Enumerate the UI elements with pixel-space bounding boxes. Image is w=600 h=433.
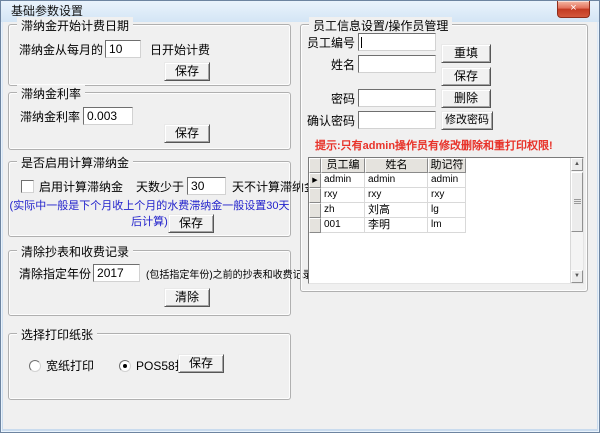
save-button[interactable]: 保存: [168, 214, 214, 233]
table-row[interactable]: zh 刘高 lg: [309, 203, 583, 218]
cell-emp-no[interactable]: 001: [321, 218, 365, 233]
start-date-prefix-label: 滞纳金从每月的: [19, 41, 103, 58]
cell-emp-no[interactable]: admin: [321, 173, 365, 188]
scrollbar-thumb[interactable]: [571, 172, 583, 232]
cell-name[interactable]: 李明: [365, 218, 428, 233]
emp-no-input[interactable]: [358, 33, 436, 51]
cell-name[interactable]: 刘高: [365, 203, 428, 218]
group-title: 清除抄表和收费记录: [17, 243, 133, 260]
rate-label: 滞纳金利率: [20, 108, 80, 125]
dialog-window: 基础参数设置 × 滞纳金开始计费日期 滞纳金从每月的 日开始计费 保存 滞纳金利…: [0, 0, 600, 433]
clear-year-suffix-label: (包括指定年份)之前的抄表和收费记录: [146, 266, 313, 281]
save-button[interactable]: 保存: [164, 62, 210, 81]
enable-late-fee-checkbox[interactable]: [21, 180, 34, 193]
name-input[interactable]: [358, 55, 436, 73]
pos58-radio[interactable]: [119, 360, 131, 372]
wide-paper-label: 宽纸打印: [46, 357, 94, 374]
group-employee-management: 员工信息设置/操作员管理 员工编号 姓名 密码 确认密码 重填 保存 删除 修改…: [300, 24, 588, 292]
text-caret: [361, 37, 362, 48]
row-selector-arrow-icon[interactable]: ▶: [309, 173, 321, 188]
wide-paper-radio[interactable]: [29, 360, 41, 372]
name-label: 姓名: [307, 56, 355, 73]
confirm-password-input[interactable]: [358, 111, 436, 129]
clear-year-input[interactable]: [93, 264, 140, 282]
column-header[interactable]: 员工编号: [321, 158, 365, 173]
scroll-down-icon[interactable]: ▼: [571, 270, 583, 283]
scroll-up-icon[interactable]: ▲: [571, 158, 583, 171]
password-input[interactable]: [358, 89, 436, 107]
group-clear-records: 清除抄表和收费记录 清除指定年份 (包括指定年份)之前的抄表和收费记录 清除: [8, 250, 291, 316]
group-title: 选择打印纸张: [17, 326, 97, 343]
password-label: 密码: [307, 90, 355, 107]
selector-header-cell: [309, 158, 321, 173]
table-row[interactable]: ▶ admin admin admin: [309, 173, 583, 188]
row-selector[interactable]: [309, 218, 321, 233]
group-paper-select: 选择打印纸张 宽纸打印 POS58打印 保存: [8, 333, 291, 400]
late-fee-note: (实际中一般是下个月收上个月的水费滞纳金一般设置30天后计算): [9, 197, 290, 229]
group-title: 滞纳金开始计费日期: [17, 17, 133, 34]
cell-name[interactable]: admin: [365, 173, 428, 188]
table-vertical-scrollbar[interactable]: ▲ ▼: [570, 158, 583, 283]
table-row[interactable]: rxy rxy rxy: [309, 188, 583, 203]
cell-emp-no[interactable]: zh: [321, 203, 365, 218]
row-selector[interactable]: [309, 203, 321, 218]
cell-mnemonic[interactable]: lg: [428, 203, 466, 218]
clear-button[interactable]: 清除: [164, 288, 210, 307]
table-header-row: 员工编号 姓名 助记符: [309, 158, 583, 173]
days-prefix-label: 天数少于: [136, 178, 184, 195]
start-date-input[interactable]: [105, 40, 141, 58]
cell-name[interactable]: rxy: [365, 188, 428, 203]
start-date-suffix-label: 日开始计费: [150, 41, 210, 58]
scrollbar-thumb-gripper: [574, 199, 581, 205]
group-title: 滞纳金利率: [17, 85, 85, 102]
group-late-fee-start-date: 滞纳金开始计费日期 滞纳金从每月的 日开始计费 保存: [8, 24, 291, 86]
save-button[interactable]: 保存: [178, 354, 224, 373]
column-header[interactable]: 助记符: [428, 158, 466, 173]
emp-no-label: 员工编号: [307, 34, 355, 51]
confirm-password-label: 确认密码: [307, 112, 355, 129]
save-button[interactable]: 保存: [441, 67, 491, 86]
delete-button[interactable]: 删除: [441, 89, 491, 108]
cell-mnemonic[interactable]: admin: [428, 173, 466, 188]
cell-mnemonic[interactable]: lm: [428, 218, 466, 233]
admin-hint: 提示:只有admin操作员有修改删除和重打印权限!: [315, 137, 553, 153]
group-title: 是否启用计算滞纳金: [17, 154, 133, 171]
group-enable-late-fee: 是否启用计算滞纳金 启用计算滞纳金 天数少于 天不计算滞纳金 (实际中一般是下个…: [8, 161, 291, 237]
employee-table: 员工编号 姓名 助记符 ▶ admin admin admin rxy rxy …: [308, 157, 584, 284]
clear-year-label: 清除指定年份: [19, 265, 91, 282]
save-button[interactable]: 保存: [164, 124, 210, 143]
change-password-button[interactable]: 修改密码: [441, 111, 493, 130]
enable-checkbox-label: 启用计算滞纳金: [39, 178, 123, 195]
group-title: 员工信息设置/操作员管理: [309, 17, 452, 34]
group-late-fee-rate: 滞纳金利率 滞纳金利率 保存: [8, 92, 291, 150]
days-input[interactable]: [187, 177, 226, 195]
column-header[interactable]: 姓名: [365, 158, 428, 173]
rate-input[interactable]: [83, 107, 133, 125]
refill-button[interactable]: 重填: [441, 44, 491, 63]
table-row[interactable]: 001 李明 lm: [309, 218, 583, 233]
close-icon[interactable]: ×: [557, 1, 590, 18]
cell-mnemonic[interactable]: rxy: [428, 188, 466, 203]
row-selector[interactable]: [309, 188, 321, 203]
cell-emp-no[interactable]: rxy: [321, 188, 365, 203]
radio-dot: [123, 364, 127, 368]
